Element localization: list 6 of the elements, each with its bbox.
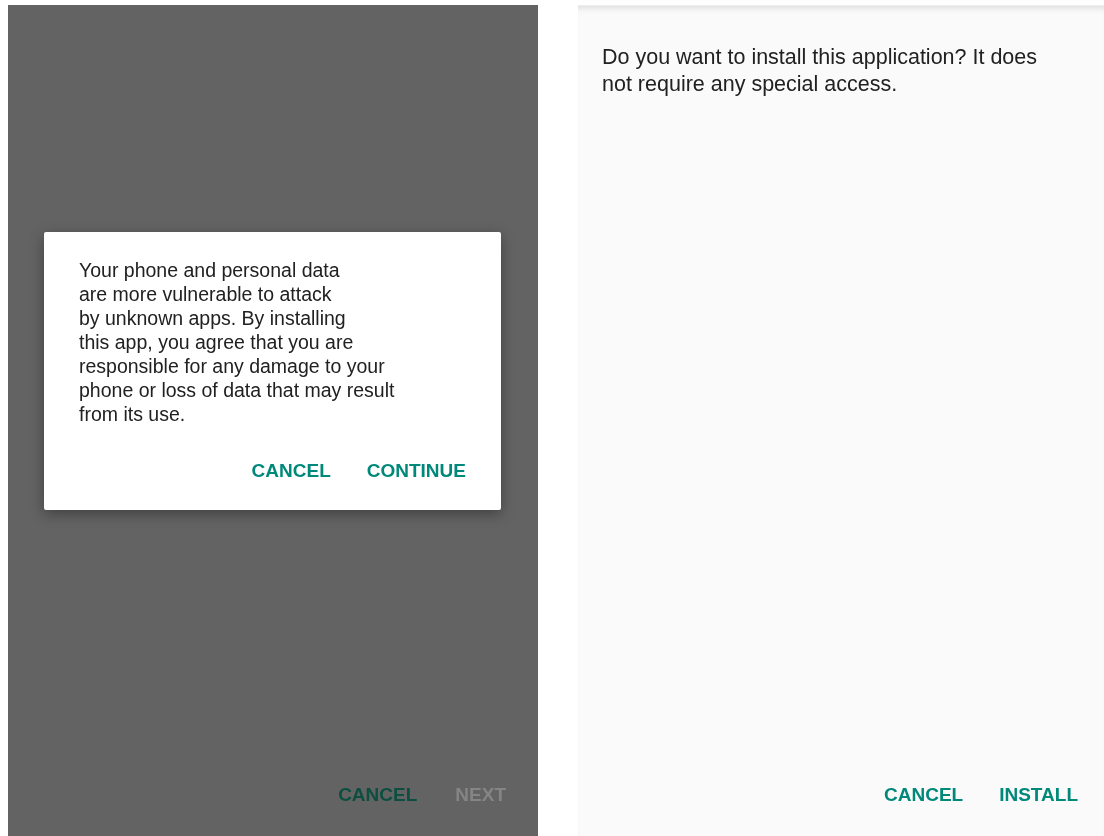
- install-button[interactable]: INSTALL: [999, 784, 1078, 806]
- cancel-button[interactable]: CANCEL: [251, 460, 331, 482]
- install-prompt: Do you want to install this application? It does not require any special access.: [601, 44, 1039, 98]
- cancel-button[interactable]: CANCEL: [884, 784, 964, 806]
- continue-button[interactable]: CONTINUE: [366, 460, 466, 482]
- warning-message: Your phone and personal data are more vulnerable to attack by unknown apps. By installing this app, you agree that you are responsible for any damage to your phone or loss of data that may result from its use.: [79, 258, 396, 426]
